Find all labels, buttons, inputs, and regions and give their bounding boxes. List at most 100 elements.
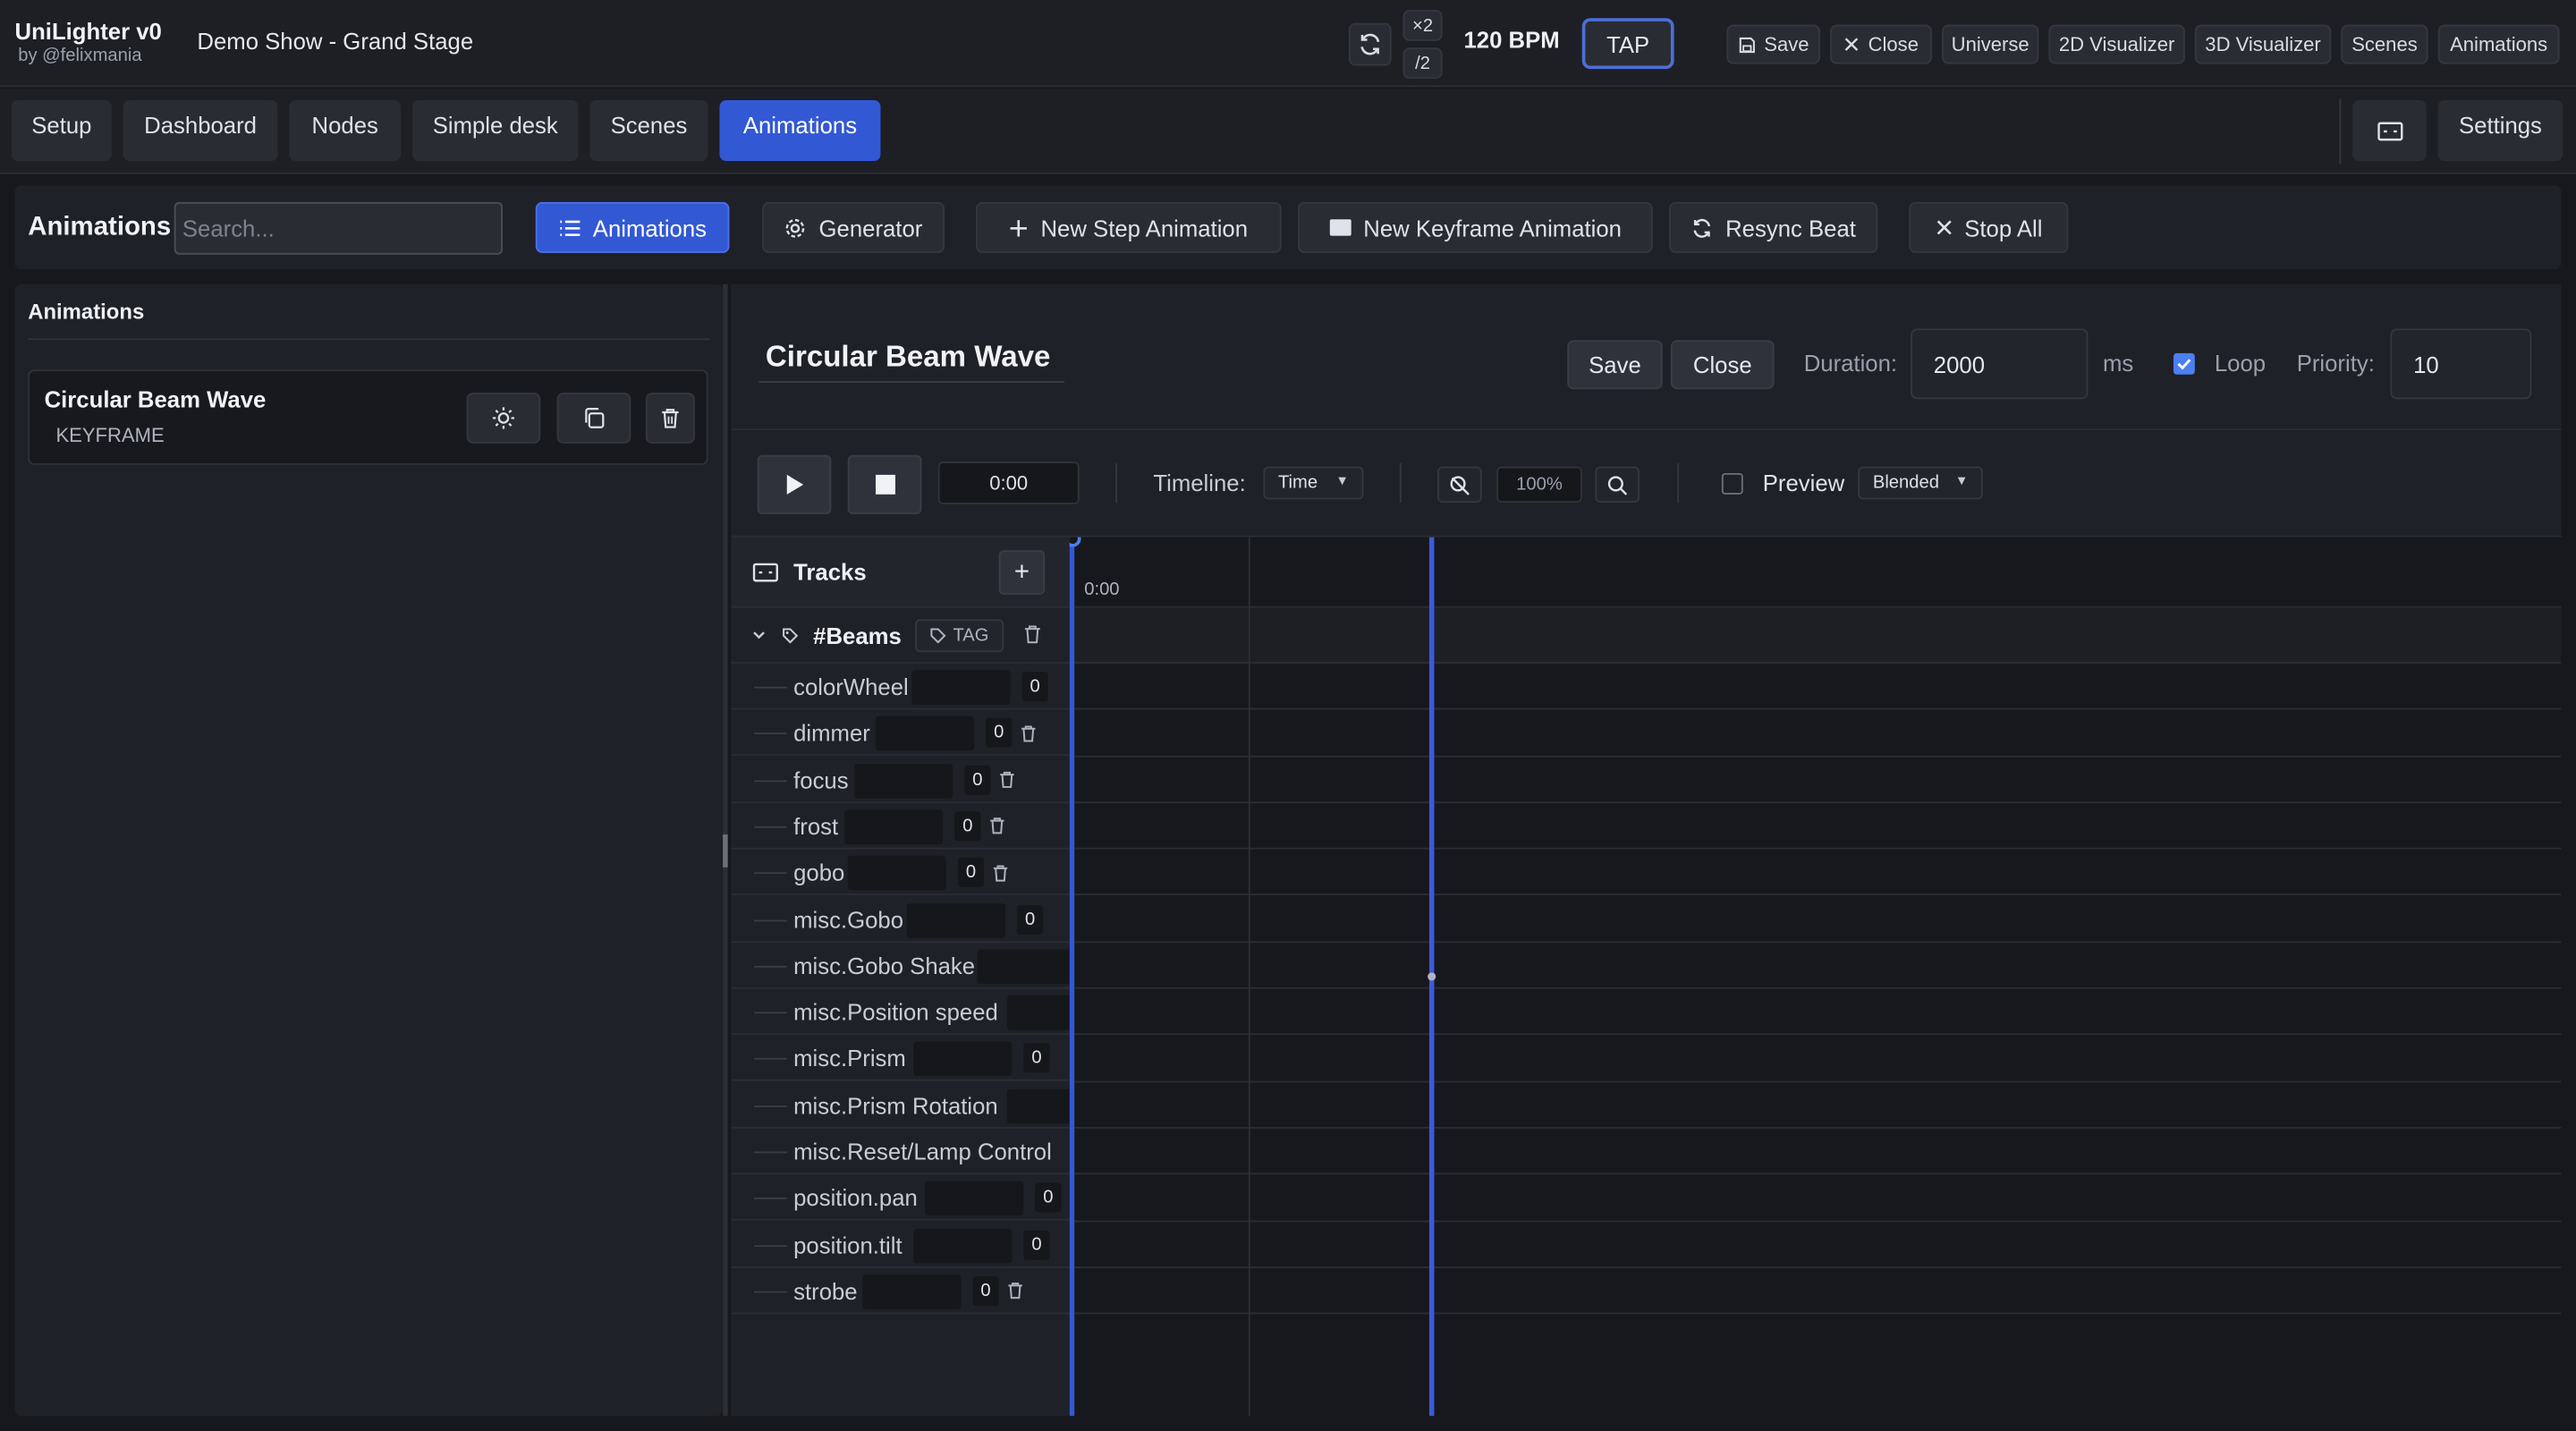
add-track-button[interactable]: +: [998, 550, 1046, 595]
universe-button[interactable]: Universe: [1941, 24, 2039, 64]
list-item[interactable]: Circular Beam Wave KEYFRAME: [28, 369, 708, 465]
header-animations-button[interactable]: Animations: [2437, 24, 2560, 64]
timeline-track-lane[interactable]: [1069, 850, 2562, 896]
tab-nodes[interactable]: Nodes: [289, 100, 402, 161]
track-value-input[interactable]: [1006, 1088, 1070, 1123]
track-value-input[interactable]: [1006, 995, 1070, 1030]
track-value-input[interactable]: [911, 670, 1011, 705]
generator-button[interactable]: Generator: [762, 201, 945, 253]
track-value-input[interactable]: [847, 856, 946, 891]
preview-checkbox[interactable]: [1721, 472, 1743, 495]
loop-checkbox[interactable]: [2173, 352, 2195, 375]
timeline-track-lane[interactable]: [1069, 1268, 2562, 1315]
playhead[interactable]: [1069, 537, 1075, 1417]
delete-track-button[interactable]: [1017, 720, 1040, 746]
track-row[interactable]: misc.Gobo Shake: [731, 943, 1070, 989]
stop-all-button[interactable]: Stop All: [1909, 201, 2069, 253]
search-input[interactable]: [174, 201, 504, 255]
close-button[interactable]: Close: [1670, 340, 1775, 390]
delete-track-button[interactable]: [986, 813, 1009, 839]
tab-scenes[interactable]: Scenes: [589, 100, 708, 161]
timeline-track-lane[interactable]: [1069, 757, 2562, 803]
activate-animation-button[interactable]: [466, 392, 541, 444]
timeline-track-lane[interactable]: [1069, 1129, 2562, 1175]
timeline-mode-select[interactable]: Time ▼: [1263, 466, 1364, 500]
track-row[interactable]: dimmer 0: [731, 710, 1070, 757]
track-value-input[interactable]: [925, 1181, 1024, 1216]
timeline-track-lane[interactable]: [1069, 896, 2562, 943]
chevron-down-icon[interactable]: [752, 631, 766, 640]
timeline-track-lane[interactable]: [1069, 1222, 2562, 1268]
track-value-input[interactable]: [844, 809, 944, 844]
header-scenes-button[interactable]: Scenes: [2341, 24, 2428, 64]
timeline-area[interactable]: 0:00: [1069, 537, 2562, 1417]
2d-visualizer-button[interactable]: 2D Visualizer: [2048, 24, 2185, 64]
track-row[interactable]: misc.Prism Rotation: [731, 1082, 1070, 1129]
new-keyframe-animation-button[interactable]: New Keyframe Animation: [1297, 201, 1653, 253]
track-value-input[interactable]: [913, 1228, 1013, 1263]
save-button[interactable]: Save: [1567, 340, 1663, 390]
timeline-track-lane[interactable]: [1069, 1036, 2562, 1082]
header-save-button[interactable]: Save: [1726, 24, 1821, 64]
trash-icon[interactable]: [1023, 624, 1041, 644]
delete-animation-button[interactable]: [645, 392, 695, 444]
zoom-out-button[interactable]: [1437, 466, 1482, 504]
track-row[interactable]: focus 0: [731, 757, 1070, 803]
display-toggle-button[interactable]: [2352, 100, 2427, 161]
new-step-animation-button[interactable]: New Step Animation: [975, 201, 1282, 253]
timeline-ruler[interactable]: [1069, 537, 2562, 608]
priority-input[interactable]: [2390, 328, 2532, 400]
keyframe-dot[interactable]: [1428, 972, 1436, 981]
track-row[interactable]: misc.Position speed: [731, 989, 1070, 1036]
track-value-input[interactable]: [977, 949, 1070, 984]
stop-button[interactable]: [847, 454, 922, 514]
splitter-handle[interactable]: [723, 834, 728, 868]
track-row[interactable]: position.tilt 0: [731, 1222, 1070, 1268]
track-value-input[interactable]: [906, 902, 1006, 937]
3d-visualizer-button[interactable]: 3D Visualizer: [2194, 24, 2332, 64]
track-value-input[interactable]: [854, 763, 953, 798]
bpm-double-button[interactable]: ×2: [1402, 10, 1443, 41]
preview-mode-select[interactable]: Blended ▼: [1858, 466, 1983, 500]
track-row[interactable]: colorWheel 0: [731, 664, 1070, 710]
timeline-track-lane[interactable]: [1069, 664, 2562, 710]
tag-button[interactable]: TAG: [915, 619, 1004, 653]
bpm-half-button[interactable]: /2: [1402, 47, 1443, 80]
track-value-input[interactable]: [862, 1274, 962, 1309]
track-row[interactable]: misc.Gobo 0: [731, 896, 1070, 943]
track-row[interactable]: misc.Reset/Lamp Control: [731, 1129, 1070, 1175]
tap-button[interactable]: TAP: [1581, 18, 1674, 70]
tab-animations[interactable]: Animations: [719, 100, 881, 161]
animations-list-button[interactable]: Animations: [535, 201, 730, 253]
timeline-track-lane[interactable]: [1069, 989, 2562, 1036]
sync-button[interactable]: [1348, 22, 1392, 66]
track-row[interactable]: strobe 0: [731, 1268, 1070, 1315]
preview-label: Preview: [1762, 470, 1845, 496]
track-value-input[interactable]: [913, 1042, 1013, 1077]
header-close-button[interactable]: Close: [1830, 24, 1932, 64]
tab-setup[interactable]: Setup: [11, 100, 112, 161]
timeline-track-lane[interactable]: [1069, 803, 2562, 850]
timeline-track-lane[interactable]: [1069, 1175, 2562, 1222]
list-icon: [560, 219, 580, 236]
timeline-track-lane[interactable]: [1069, 943, 2562, 989]
track-row[interactable]: position.pan 0: [731, 1175, 1070, 1222]
delete-track-button[interactable]: [1004, 1278, 1027, 1304]
resync-beat-button[interactable]: Resync Beat: [1669, 201, 1878, 253]
timeline-track-lane[interactable]: [1069, 710, 2562, 757]
track-row[interactable]: frost 0: [731, 803, 1070, 850]
play-button[interactable]: [757, 454, 832, 514]
track-value-input[interactable]: [875, 716, 975, 751]
track-row[interactable]: misc.Prism 0: [731, 1036, 1070, 1082]
delete-track-button[interactable]: [989, 859, 1013, 885]
track-row[interactable]: gobo 0: [731, 850, 1070, 896]
duration-input[interactable]: [1911, 328, 2089, 400]
zoom-in-button[interactable]: [1595, 466, 1640, 504]
duplicate-animation-button[interactable]: [556, 392, 631, 444]
timeline-track-lane[interactable]: [1069, 1082, 2562, 1129]
tab-simple-desk[interactable]: Simple desk: [412, 100, 579, 161]
delete-track-button[interactable]: [996, 766, 1019, 792]
tab-dashboard[interactable]: Dashboard: [123, 100, 278, 161]
track-group[interactable]: #Beams TAG: [731, 608, 1070, 665]
tab-settings[interactable]: Settings: [2437, 100, 2563, 161]
